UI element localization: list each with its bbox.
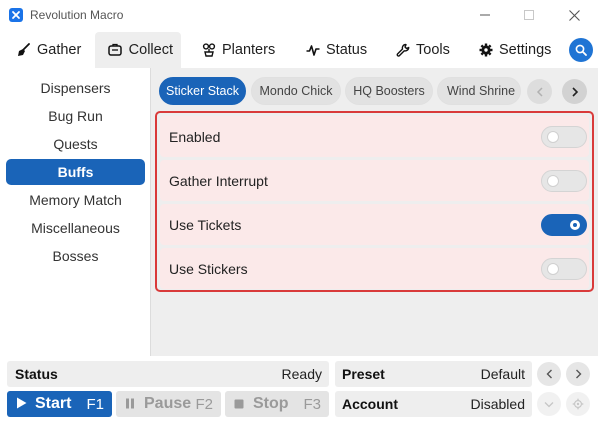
title-bar: Revolution Macro [0,0,598,32]
tab-tools[interactable]: Tools [387,32,458,68]
tab-label: Settings [499,42,552,58]
sidebar-item-bug-run[interactable]: Bug Run [6,103,145,129]
sidebar-item-miscellaneous[interactable]: Miscellaneous [6,215,145,241]
chevron-left-icon [546,369,552,379]
tab-label: Tools [416,42,450,58]
chevron-right-icon [571,86,578,97]
stop-button[interactable]: Stop F3 [225,391,329,417]
chevron-down-icon [544,401,554,407]
preset-next-button[interactable] [566,362,590,386]
preset-panel: Preset Default [335,361,532,387]
account-settings-button[interactable] [566,392,590,416]
pause-icon [125,397,135,412]
preset-value[interactable]: Default [481,366,525,382]
stop-hotkey: F3 [303,395,321,413]
sidebar-item-dispensers[interactable]: Dispensers [6,75,145,101]
start-label: Start [35,395,72,412]
option-label: Use Tickets [169,216,242,233]
gear-icon [572,398,584,410]
minimize-icon [480,14,490,16]
subtab-sticker-stack[interactable]: Sticker Stack [159,77,246,105]
option-row-gather-interrupt: Gather Interrupt [160,160,589,201]
option-row-enabled: Enabled [160,116,589,157]
option-row-use-stickers: Use Stickers [160,248,589,289]
tab-label: Planters [222,42,276,58]
stop-label: Stop [253,395,289,412]
account-dropdown-button[interactable] [537,392,561,416]
account-label: Account [342,396,398,412]
preset-label: Preset [342,366,385,382]
maximize-icon [524,10,534,20]
enabled-toggle[interactable] [541,125,587,148]
use-tickets-toggle[interactable] [541,213,587,236]
subtab-next-button[interactable] [562,79,587,104]
sticker-stack-options: Enabled Gather Interrupt Use Tickets Use… [155,111,594,292]
app-logo-icon [9,8,23,22]
subtab-prev-button[interactable] [527,79,552,104]
main-tab-bar: Gather Collect Planters Status Tools Set… [0,32,598,68]
stop-icon [234,397,244,412]
option-label: Use Stickers [169,260,248,277]
tab-collect[interactable]: Collect [95,32,181,68]
minimize-button[interactable] [473,4,497,26]
close-icon [568,9,580,21]
subtab-hq-boosters[interactable]: HQ Boosters [345,77,433,105]
gather-interrupt-toggle[interactable] [541,169,587,192]
start-hotkey: F1 [86,395,104,413]
status-value: Ready [281,366,322,382]
tab-label: Gather [37,42,82,58]
option-label: Gather Interrupt [169,172,268,189]
tab-planters[interactable]: Planters [193,32,283,68]
app-window: Revolution Macro Gather Collect Planters… [0,0,598,424]
preset-prev-button[interactable] [537,362,561,386]
backpack-icon [108,43,123,58]
search-button[interactable] [569,38,593,62]
chevron-right-icon [575,369,581,379]
option-label: Enabled [169,128,221,145]
use-stickers-toggle[interactable] [541,257,587,280]
subtab-wind-shrine[interactable]: Wind Shrine [437,77,521,105]
sidebar-item-memory-match[interactable]: Memory Match [6,187,145,213]
play-icon [16,397,27,412]
pause-label: Pause [144,395,192,412]
tab-gather[interactable]: Gather [8,32,89,68]
sidebar-item-bosses[interactable]: Bosses [6,243,145,269]
sidebar-item-buffs[interactable]: Buffs [6,159,145,185]
status-panel: Status Ready [7,361,329,387]
planter-icon [201,43,216,58]
wrench-icon [395,43,410,58]
option-row-use-tickets: Use Tickets [160,204,589,245]
chevron-left-icon [536,86,543,97]
sidebar-item-quests[interactable]: Quests [6,131,145,157]
subtab-mondo-chick[interactable]: Mondo Chick [251,77,341,105]
account-value[interactable]: Disabled [471,396,525,412]
tab-status[interactable]: Status [297,32,375,68]
gear-icon [478,43,493,58]
pulse-icon [305,43,320,58]
close-button[interactable] [562,4,586,26]
broom-icon [16,43,31,58]
tab-label: Collect [128,42,173,58]
pause-hotkey: F2 [195,395,213,413]
tab-label: Status [326,42,368,58]
status-label: Status [15,366,58,382]
tab-settings[interactable]: Settings [470,32,559,68]
account-panel: Account Disabled [335,391,532,417]
sidebar: Dispensers Bug Run Quests Buffs Memory M… [0,68,151,356]
maximize-button[interactable] [517,4,541,26]
window-title: Revolution Macro [30,8,124,22]
pause-button[interactable]: Pause F2 [116,391,221,417]
search-icon [575,44,587,56]
start-button[interactable]: Start F1 [7,391,112,417]
